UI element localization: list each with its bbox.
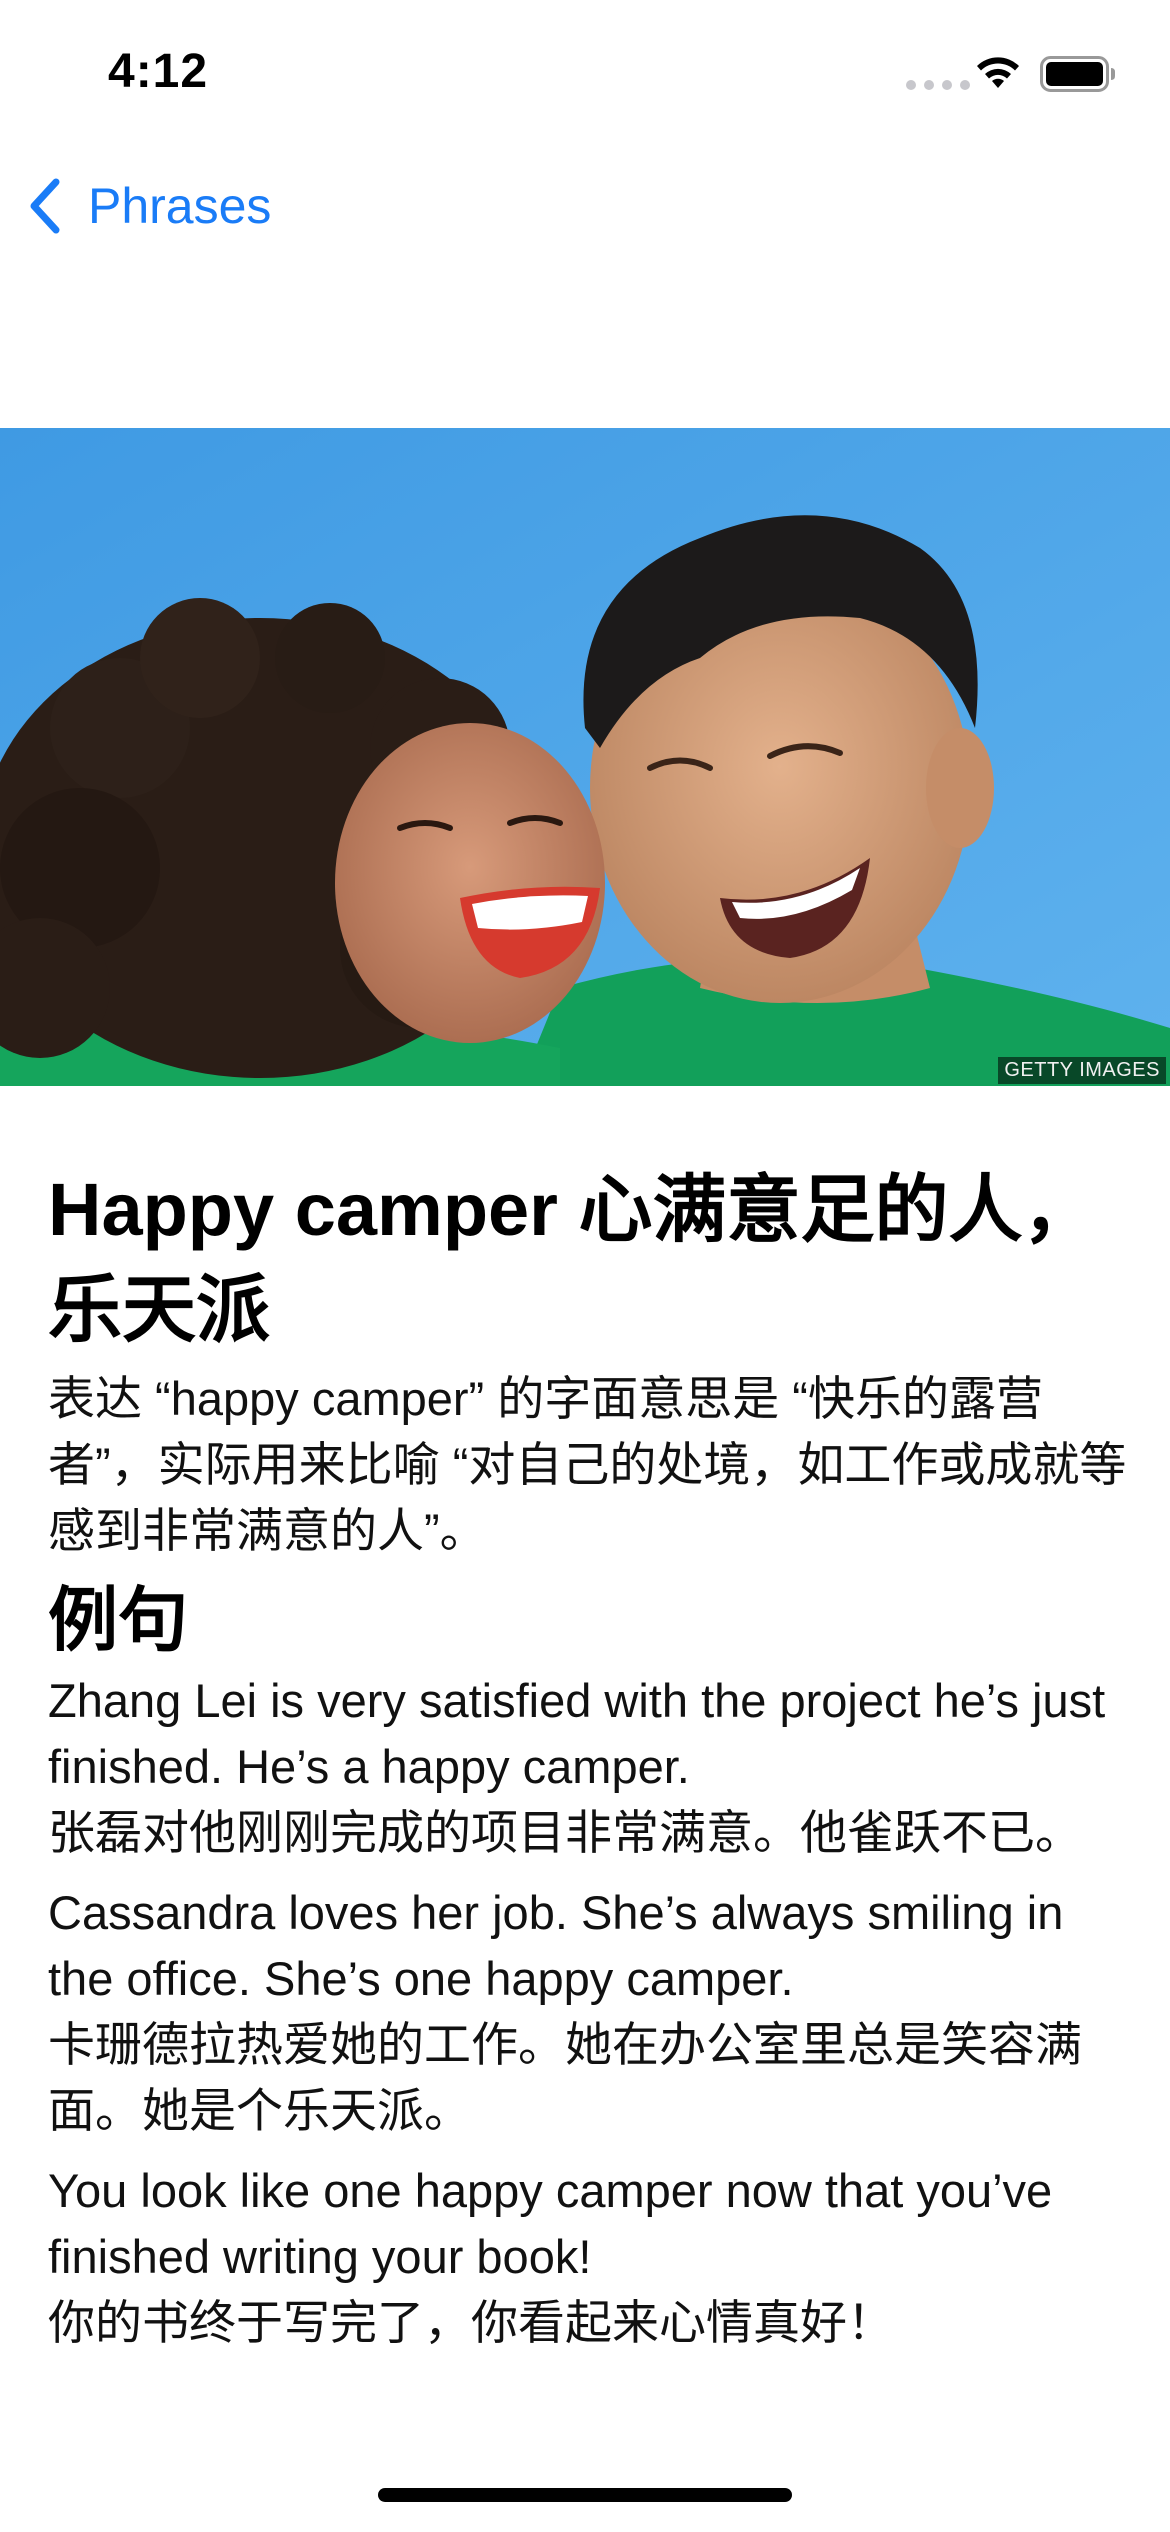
wifi-icon [977,57,1019,88]
status-time: 4:12 [108,45,209,98]
cellular-signal-icon [906,80,970,90]
article: Happy camper 心满意足的人，乐天派 表达 “happy camper… [48,1160,1128,2370]
hero-illustration [0,428,1170,1086]
example-item: Cassandra loves her job. She’s always sm… [48,1880,1128,2144]
home-indicator[interactable] [378,2488,792,2502]
example-english: You look like one happy camper now that … [48,2164,1053,2283]
example-chinese: 你的书终于写完了，你看起来心情真好！ [48,2296,894,2349]
phrase-definition: 表达 “happy camper” 的字面意思是 “快乐的露营者”，实际用来比喻… [48,1372,1127,1557]
example-english: Cassandra loves her job. She’s always sm… [48,1886,1064,2005]
image-credit: GETTY IMAGES [998,1057,1166,1084]
back-button-label: Phrases [88,178,272,234]
example-chinese: 卡珊德拉热爱她的工作。她在办公室里总是笑容满面。她是个乐天派。 [48,2018,1082,2137]
battery-icon [1040,56,1115,92]
example-item: Zhang Lei is very satisfied with the pro… [48,1668,1128,1866]
example-chinese: 张磊对他刚刚完成的项目非常满意。他雀跃不已。 [48,1806,1082,1859]
back-chevron-icon [30,178,60,234]
phrase-title: Happy camper 心满意足的人，乐天派 [48,1168,1097,1351]
examples-heading: 例句 [48,1581,188,1659]
status-bar: 4:12 [0,0,1170,150]
back-button[interactable]: Phrases [26,172,271,240]
hero-image: GETTY IMAGES [0,428,1170,1086]
example-english: Zhang Lei is very satisfied with the pro… [48,1674,1106,1793]
example-item: You look like one happy camper now that … [48,2158,1128,2356]
